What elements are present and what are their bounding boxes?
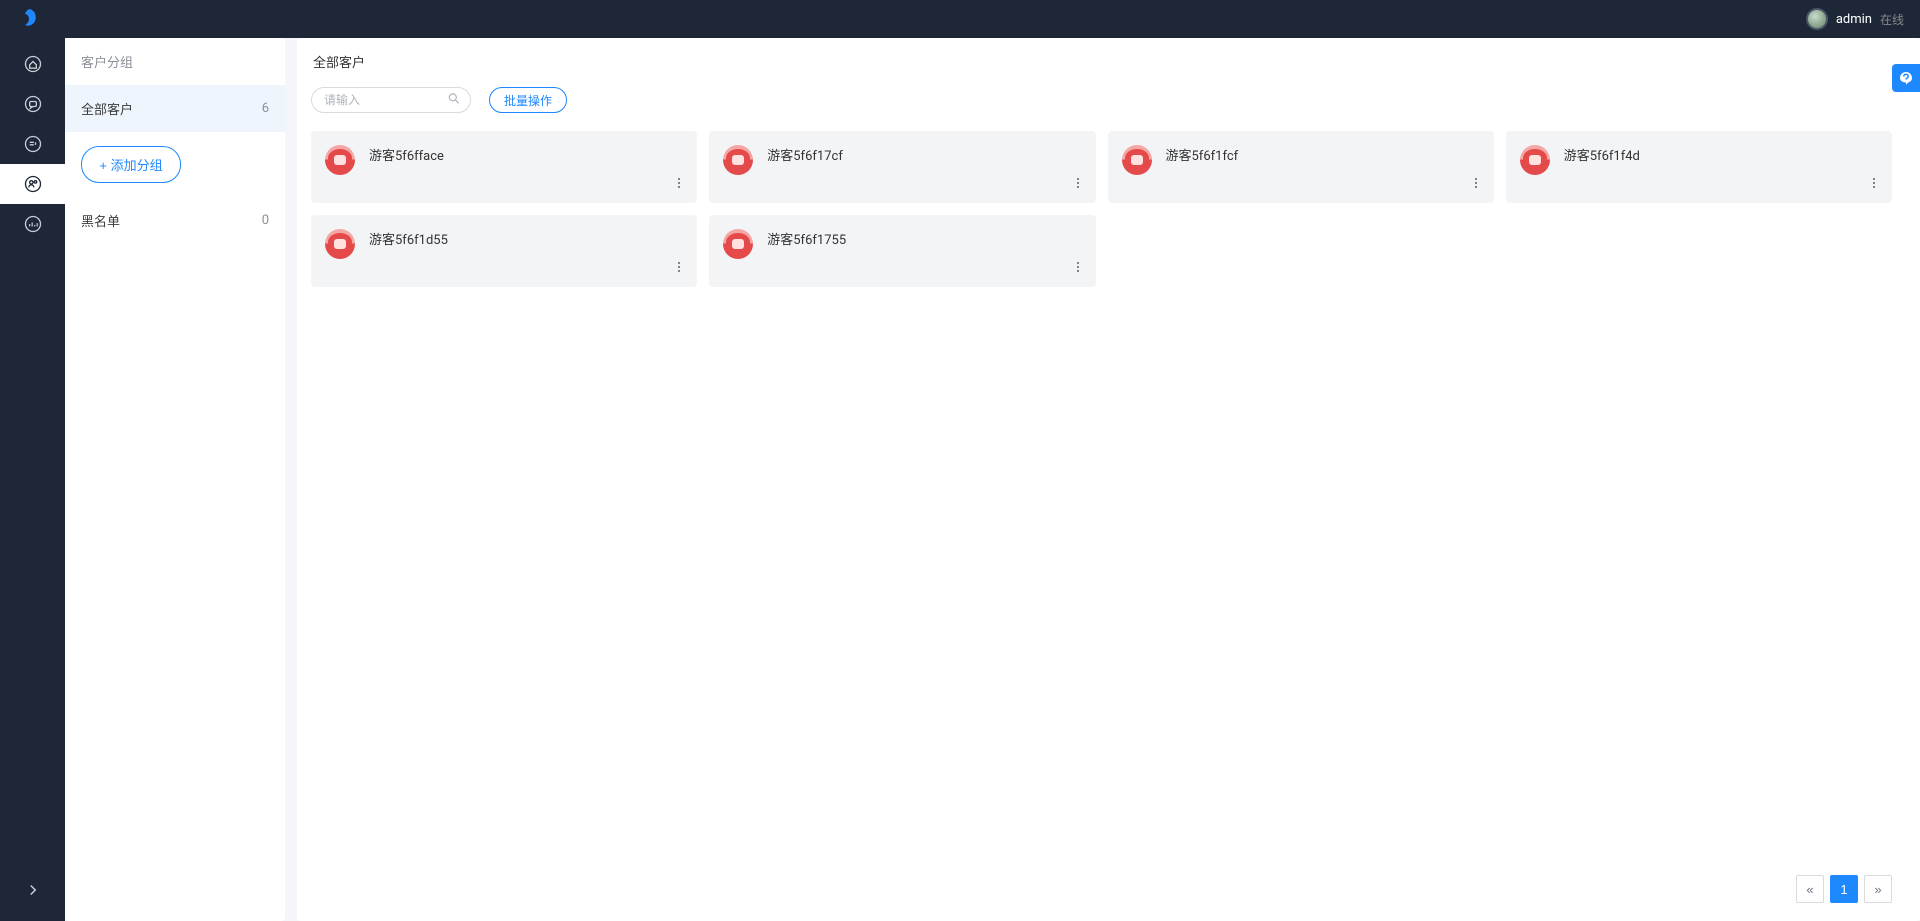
card-menu-icon[interactable] <box>1866 175 1882 195</box>
nav-reports[interactable] <box>0 204 65 244</box>
groups-panel: 客户分组 全部客户 6 + 添加分组 黑名单 0 <box>65 38 285 921</box>
card-menu-icon[interactable] <box>1070 175 1086 195</box>
page-prev-button[interactable]: « <box>1796 875 1824 903</box>
customer-name: 游客5f6f17cf <box>767 145 843 164</box>
page-1-button[interactable]: 1 <box>1830 875 1858 903</box>
customer-avatar <box>723 145 753 175</box>
customer-avatar <box>1122 145 1152 175</box>
customer-name: 游客5f6f1fcf <box>1166 145 1239 164</box>
card-menu-icon[interactable] <box>671 175 687 195</box>
breadcrumb: 全部客户 <box>311 52 1892 71</box>
bulk-action-button[interactable]: 批量操作 <box>489 87 567 113</box>
customer-name: 游客5f6f1f4d <box>1564 145 1640 164</box>
groups-title: 客户分组 <box>65 38 285 85</box>
group-all-customers[interactable]: 全部客户 6 <box>65 85 285 132</box>
topbar-left <box>16 6 42 32</box>
customer-grid: 游客5f6fface 游客5f6f17cf 游客5f6f1fcf 游客5f6f1f4d… <box>311 131 1892 287</box>
user-avatar[interactable] <box>1806 8 1828 30</box>
card-menu-icon[interactable] <box>1070 259 1086 279</box>
group-blacklist[interactable]: 黑名单 0 <box>65 197 285 244</box>
nav-chat[interactable] <box>0 84 65 124</box>
pagination: « 1 » <box>311 863 1892 903</box>
group-label: 黑名单 <box>81 211 120 230</box>
customer-card[interactable]: 游客5f6f1755 <box>709 215 1095 287</box>
group-count: 6 <box>262 101 269 116</box>
customer-avatar <box>325 145 355 175</box>
nav-rail <box>0 38 65 921</box>
card-menu-icon[interactable] <box>671 259 687 279</box>
topbar-right: admin 在线 <box>1806 8 1904 30</box>
group-label: 全部客户 <box>81 99 133 118</box>
add-group-button[interactable]: + 添加分组 <box>81 146 181 183</box>
float-help-icon[interactable] <box>1892 64 1920 92</box>
main-region: 客户分组 全部客户 6 + 添加分组 黑名单 0 全部客户 批量操作 游客5f6… <box>65 38 1920 921</box>
page-next-button[interactable]: » <box>1864 875 1892 903</box>
nav-expand-icon[interactable] <box>24 881 42 903</box>
customer-name: 游客5f6fface <box>369 145 444 164</box>
nav-home[interactable] <box>0 44 65 84</box>
nav-customers[interactable] <box>0 164 65 204</box>
card-menu-icon[interactable] <box>1468 175 1484 195</box>
search-input[interactable] <box>311 87 471 113</box>
customer-name: 游客5f6f1755 <box>767 229 846 248</box>
top-header: admin 在线 <box>0 0 1920 38</box>
content-panel: 全部客户 批量操作 游客5f6fface 游客5f6f17cf 游客5f6f1fcf… <box>297 38 1920 921</box>
user-status: 在线 <box>1880 11 1904 28</box>
customer-avatar <box>325 229 355 259</box>
app-logo-icon[interactable] <box>16 6 42 32</box>
customer-card[interactable]: 游客5f6f1fcf <box>1108 131 1494 203</box>
user-name[interactable]: admin <box>1836 12 1872 27</box>
customer-card[interactable]: 游客5f6f1f4d <box>1506 131 1892 203</box>
customer-avatar <box>723 229 753 259</box>
customer-name: 游客5f6f1d55 <box>369 229 448 248</box>
nav-broadcast[interactable] <box>0 124 65 164</box>
customer-card[interactable]: 游客5f6f1d55 <box>311 215 697 287</box>
customer-avatar <box>1520 145 1550 175</box>
search-wrap <box>311 87 471 113</box>
customer-card[interactable]: 游客5f6fface <box>311 131 697 203</box>
customer-card[interactable]: 游客5f6f17cf <box>709 131 1095 203</box>
group-count: 0 <box>262 213 269 228</box>
toolbar: 批量操作 <box>311 87 1892 113</box>
